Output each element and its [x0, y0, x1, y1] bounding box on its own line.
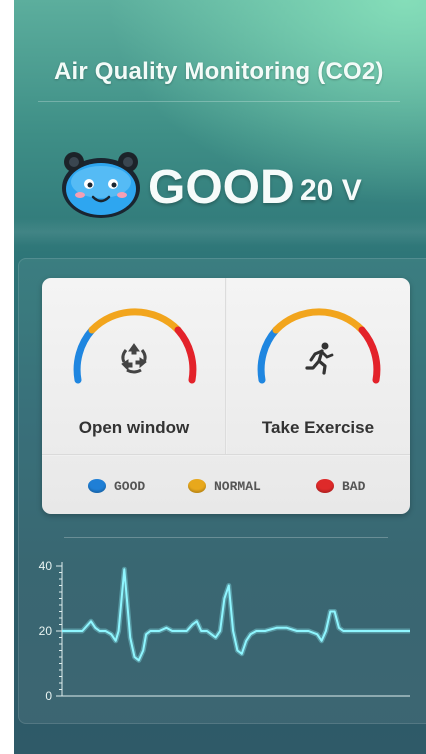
legend-item-good: GOOD — [88, 474, 145, 498]
y-tick-label: 0 — [45, 689, 52, 703]
co2-waveform-chart: 40 20 0 — [39, 559, 410, 703]
legend: GOOD NORMAL BAD — [42, 474, 410, 498]
legend-dot-good — [88, 479, 106, 493]
running-person-icon — [305, 342, 334, 375]
decorative-band — [14, 218, 426, 246]
legend-dot-bad — [316, 479, 334, 493]
legend-label: GOOD — [114, 478, 146, 494]
series-line — [62, 568, 410, 662]
smiling-blue-face-icon — [62, 152, 140, 218]
legend-dot-normal — [188, 479, 206, 493]
sensor-reading: 20 V — [300, 174, 362, 207]
app-screen: Air Quality Monitoring (CO2) GOOD 20 V O… — [14, 0, 426, 754]
card-divider-horizontal — [42, 454, 410, 456]
action-open-window[interactable]: Open window — [42, 278, 226, 454]
chart-divider — [64, 537, 388, 538]
y-tick-label: 20 — [39, 624, 53, 638]
chart-series — [62, 566, 410, 663]
action-label: Open window — [78, 418, 190, 437]
header-divider — [38, 101, 400, 102]
air-quality-status: GOOD — [148, 161, 295, 214]
recommendation-card: Open window Take Exercise GOOD NORMAL BA… — [42, 278, 410, 514]
page-title: Air Quality Monitoring (CO2) — [54, 58, 384, 85]
legend-item-bad: BAD — [316, 474, 365, 498]
status-summary: GOOD 20 V — [60, 140, 400, 230]
y-tick-label: 40 — [39, 559, 53, 573]
action-take-exercise[interactable]: Take Exercise — [226, 278, 410, 454]
legend-label: NORMAL — [214, 478, 261, 494]
legend-item-normal: NORMAL — [188, 474, 261, 498]
action-label: Take Exercise — [261, 418, 375, 437]
recycle-arrows-icon — [121, 343, 147, 374]
legend-label: BAD — [342, 478, 366, 494]
